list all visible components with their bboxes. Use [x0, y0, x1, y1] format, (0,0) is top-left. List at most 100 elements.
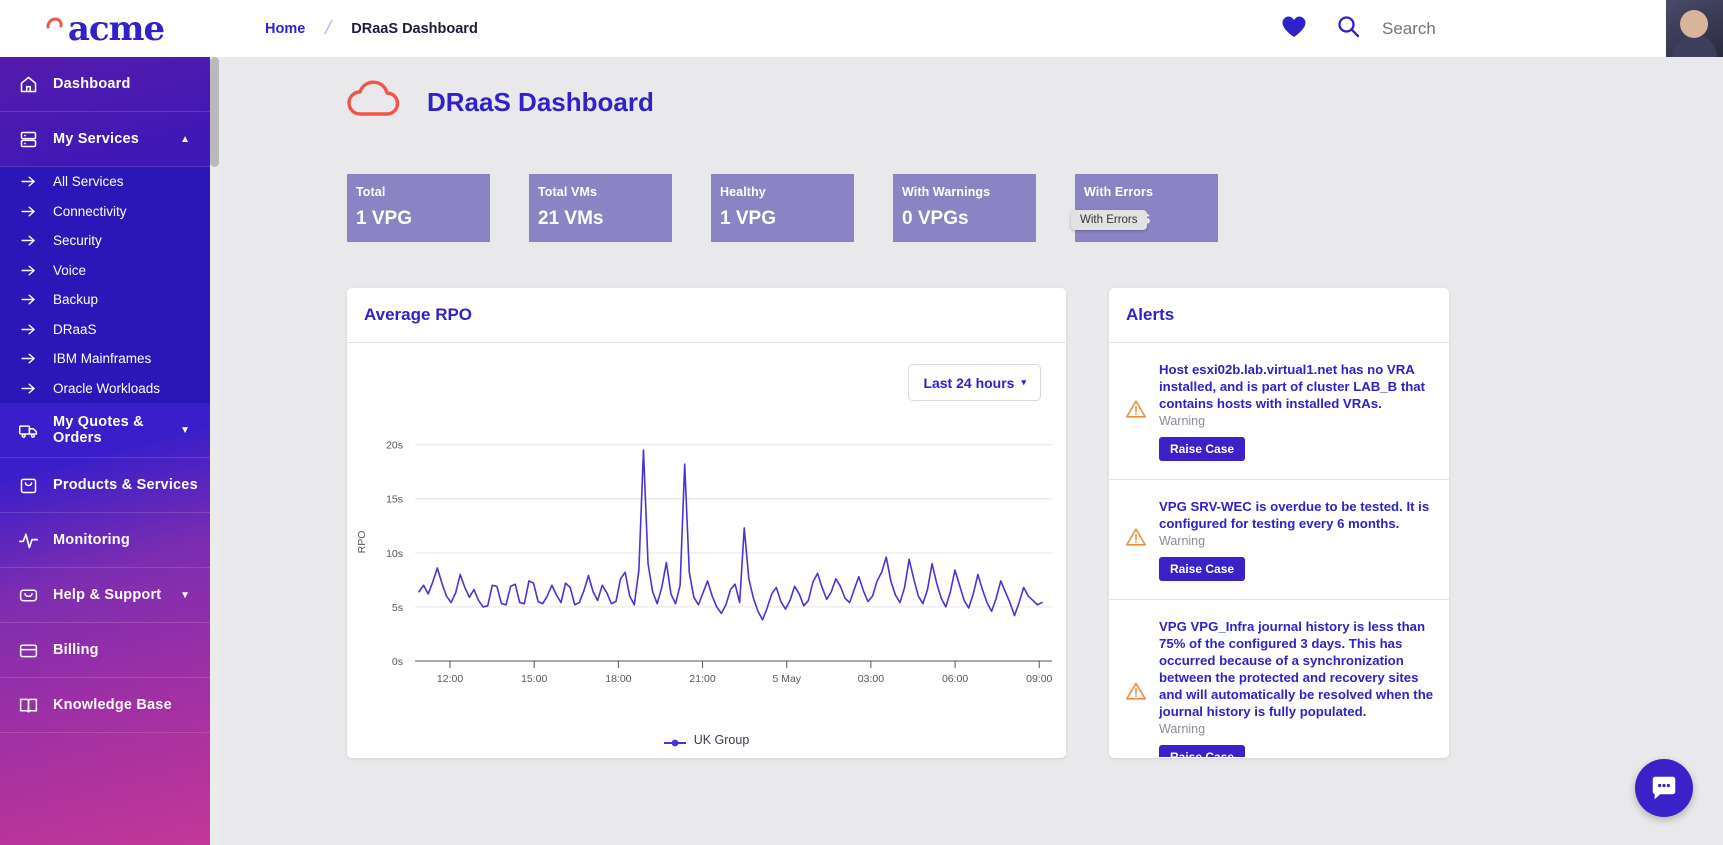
stat-card-label: With Warnings — [902, 185, 991, 199]
svg-text:03:00: 03:00 — [858, 673, 884, 685]
raise-case-button[interactable]: Raise Case — [1159, 557, 1246, 581]
page-header: DRaaS Dashboard — [219, 57, 1723, 126]
stat-card-label: Total VMs — [538, 185, 598, 199]
sidebar-scrollbar-track[interactable] — [210, 57, 219, 845]
search-input[interactable] — [1382, 18, 1632, 39]
panel-title: Average RPO — [364, 305, 473, 324]
stat-cards: Total 1 VPG Total VMs 21 VMs Healthy 1 V… — [219, 126, 1723, 242]
arrow-right-icon — [17, 232, 39, 249]
time-range-dropdown[interactable]: Last 24 hours ▾ — [908, 364, 1041, 401]
alerts-panel: Alerts Host esxi02b.lab.virtual1.net has… — [1109, 288, 1449, 758]
svg-text:18:00: 18:00 — [605, 673, 631, 685]
heart-icon[interactable] — [1280, 14, 1308, 44]
sidebar-item-label: Billing — [53, 642, 99, 658]
sidebar-subitem-label: IBM Mainframes — [53, 351, 152, 367]
chevron-down-icon[interactable]: ▼ — [180, 590, 190, 601]
sidebar-subitem-all-services[interactable]: All Services — [0, 167, 210, 197]
warning-triangle-icon — [1125, 680, 1147, 707]
avatar[interactable] — [1666, 0, 1723, 57]
breadcrumb: Home / DRaaS Dashboard — [265, 17, 478, 40]
sidebar-item-help-support[interactable]: Help & Support ▼ — [0, 568, 210, 623]
truck-icon — [17, 419, 39, 441]
chevron-up-icon[interactable]: ▲ — [180, 134, 190, 145]
stat-card-healthy[interactable]: Healthy 1 VPG — [711, 174, 854, 242]
time-range-label: Last 24 hours — [923, 374, 1015, 391]
sidebar-subitem-oracle-workloads[interactable]: Oracle Workloads — [0, 374, 210, 404]
breadcrumb-home[interactable]: Home — [265, 21, 305, 37]
svg-text:RPO: RPO — [356, 531, 368, 554]
raise-case-button[interactable]: Raise Case — [1159, 437, 1246, 461]
alert-severity: Warning — [1159, 722, 1206, 736]
sidebar-subitem-security[interactable]: Security — [0, 226, 210, 256]
svg-text:5s: 5s — [392, 602, 403, 614]
sidebar-item-monitoring[interactable]: Monitoring — [0, 513, 210, 568]
sidebar-item-dashboard[interactable]: Dashboard — [0, 57, 210, 112]
stat-card-tooltip: With Errors — [1071, 210, 1147, 230]
legend-marker — [663, 735, 686, 747]
sidebar-item-knowledge-base[interactable]: Knowledge Base — [0, 678, 210, 733]
sidebar-scrollbar-thumb[interactable] — [210, 57, 219, 167]
alert-content: Host esxi02b.lab.virtual1.net has no VRA… — [1159, 361, 1435, 461]
sidebar-subitem-label: Backup — [53, 292, 99, 308]
chat-bubble-icon[interactable] — [1635, 759, 1693, 817]
warning-triangle-icon — [1125, 398, 1147, 425]
sidebar-subitem-label: Connectivity — [53, 203, 127, 219]
stat-card-with-errors[interactable]: With Errors 0 VPGs With Errors — [1071, 174, 1218, 242]
svg-text:5 May: 5 May — [772, 673, 801, 685]
brand-name: acme — [67, 8, 165, 49]
stat-card-label: Total — [356, 185, 386, 199]
sidebar-item-billing[interactable]: Billing — [0, 623, 210, 678]
stat-card-label: With Errors — [1084, 185, 1154, 199]
average-rpo-chart-body: Last 24 hours ▾ 0s 5s 10s 15s 20s RPO 12:00 15:… — [347, 343, 1066, 757]
stat-card-value: 1 VPG — [356, 208, 412, 229]
stat-card-total[interactable]: Total 1 VPG — [347, 174, 490, 242]
cloud-icon — [344, 79, 402, 126]
sidebar-subitem-voice[interactable]: Voice — [0, 256, 210, 286]
svg-text:15s: 15s — [386, 494, 403, 506]
sidebar-item-label: Help & Support — [53, 587, 162, 603]
stat-card-value: 21 VMs — [538, 208, 604, 229]
sidebar-item-my-services[interactable]: My Services ▲ — [0, 112, 210, 167]
brand-logo[interactable]: acme — [0, 0, 210, 57]
sidebar-subitem-draas[interactable]: DRaaS — [0, 315, 210, 345]
svg-text:21:00: 21:00 — [689, 673, 715, 685]
arrow-right-icon — [17, 291, 39, 308]
alerts-panel-header: Alerts — [1109, 288, 1449, 343]
list-item: VPG VPG_Infra journal history is less th… — [1109, 600, 1449, 757]
rpo-line-chart[interactable]: 0s 5s 10s 15s 20s RPO 12:00 15:00 18:00 21:00 5 Ma… — [347, 413, 1066, 713]
sidebar-subitem-backup[interactable]: Backup — [0, 285, 210, 315]
sidebar-item-label: Dashboard — [53, 76, 131, 92]
sidebar-subitem-label: All Services — [53, 174, 124, 190]
arrow-right-icon — [17, 203, 39, 220]
sidebar-subitem-ibm-mainframes[interactable]: IBM Mainframes — [0, 344, 210, 374]
sidebar: Dashboard My Services ▲ All Services Con… — [0, 57, 210, 845]
arrow-right-icon — [17, 262, 39, 279]
average-rpo-panel-header: Average RPO — [347, 288, 1066, 343]
raise-case-button[interactable]: Raise Case — [1159, 745, 1246, 757]
sidebar-subitem-label: Voice — [53, 262, 87, 278]
sidebar-subitem-connectivity[interactable]: Connectivity — [0, 197, 210, 227]
stat-card-with-warnings[interactable]: With Warnings 0 VPGs — [893, 174, 1036, 242]
sidebar-subitem-label: Oracle Workloads — [53, 380, 161, 396]
chevron-down-icon[interactable]: ▼ — [180, 425, 190, 436]
sidebar-item-products-services[interactable]: Products & Services — [0, 458, 210, 513]
arrow-right-icon — [17, 350, 39, 367]
sidebar-item-label: Monitoring — [53, 532, 130, 548]
main-content: DRaaS Dashboard Total 1 VPG Total VMs 21… — [219, 57, 1723, 845]
arrow-right-icon — [17, 380, 39, 397]
dashboard-panels: Average RPO Last 24 hours ▾ 0s 5s 10s 15s 20… — [219, 242, 1723, 758]
svg-text:20s: 20s — [386, 440, 403, 452]
sidebar-subitem-label: Security — [53, 233, 102, 249]
search-icon[interactable] — [1336, 14, 1360, 43]
warning-triangle-icon — [1125, 526, 1147, 553]
alerts-list[interactable]: Host esxi02b.lab.virtual1.net has no VRA… — [1109, 343, 1449, 757]
sidebar-item-my-quotes-orders[interactable]: My Quotes & Orders ▼ — [0, 403, 210, 458]
stat-card-total-vms[interactable]: Total VMs 21 VMs — [529, 174, 672, 242]
sidebar-item-label: My Services — [53, 131, 140, 147]
alert-content: VPG SRV-WEC is overdue to be tested. It … — [1159, 498, 1435, 581]
alert-message: VPG VPG_Infra journal history is less th… — [1159, 619, 1434, 719]
search-box[interactable] — [1336, 14, 1666, 43]
svg-text:0s: 0s — [392, 656, 403, 668]
legend-label: UK Group — [693, 733, 750, 747]
list-item: Host esxi02b.lab.virtual1.net has no VRA… — [1109, 343, 1449, 480]
